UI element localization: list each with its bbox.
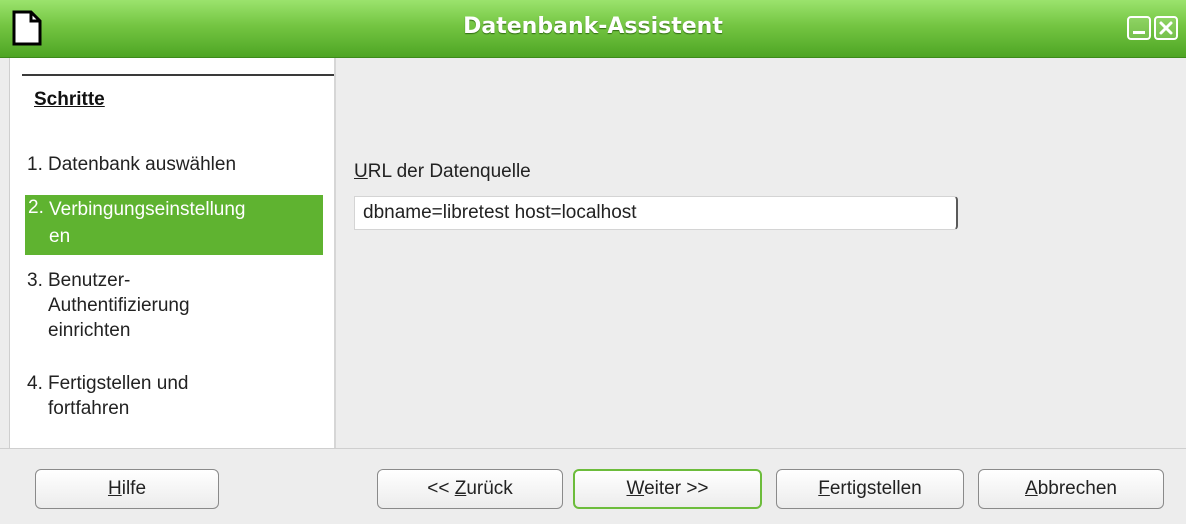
step-number: 4. <box>27 373 43 394</box>
close-button[interactable] <box>1154 16 1178 40</box>
step-label-line1: Benutzer- <box>48 270 131 291</box>
database-wizard-window: Datenbank-Assistent Schritte 1. Datenban… <box>0 0 1186 524</box>
steps-pane: Schritte 1. Datenbank auswählen 2. Verbi… <box>9 58 336 449</box>
step-1-select-database[interactable]: 1. Datenbank auswählen <box>24 152 319 177</box>
step-label-line2: en <box>49 226 71 247</box>
minimize-button[interactable] <box>1127 16 1151 40</box>
step-label-line1: Verbingungseinstellung <box>49 199 246 220</box>
close-icon <box>1159 21 1173 35</box>
next-label: eiter >> <box>644 478 709 499</box>
url-label: URL der Datenquelle <box>354 161 531 183</box>
next-mnemonic: W <box>626 478 645 499</box>
finish-label: ertigstellen <box>829 478 922 499</box>
step-4-finish-and-proceed[interactable]: 4. Fertigstellen und fortfahren <box>24 371 319 421</box>
cancel-button[interactable]: Abbrechen <box>978 469 1164 509</box>
cancel-label: bbrechen <box>1037 478 1117 499</box>
cancel-mnemonic: A <box>1025 478 1038 499</box>
step-number: 1. <box>27 154 43 175</box>
help-label: ilfe <box>121 478 147 499</box>
back-label: urück <box>466 478 513 499</box>
finish-mnemonic: F <box>818 478 830 499</box>
url-label-text: RL der Datenquelle <box>367 161 531 182</box>
back-prefix: << <box>427 478 455 499</box>
step-2-connection-settings[interactable]: 2. Verbingungseinstellung en <box>25 195 323 255</box>
button-bar: Hilfe << Zurück Weiter >> Fertigstellen … <box>0 448 1186 524</box>
back-mnemonic: Z <box>454 478 467 499</box>
steps-separator <box>22 74 336 76</box>
help-button[interactable]: Hilfe <box>35 469 219 509</box>
window-title: Datenbank-Assistent <box>463 14 723 39</box>
url-label-mnemonic: U <box>354 161 368 182</box>
step-label-line2: Authentifizierung <box>48 295 190 316</box>
step-3-user-authentication[interactable]: 3. Benutzer- Authentifizierung einrichte… <box>24 268 319 343</box>
step-number: 3. <box>27 270 43 291</box>
step-number: 2. <box>28 197 44 218</box>
next-button[interactable]: Weiter >> <box>573 469 762 509</box>
content-area: URL der Datenquelle <box>336 58 1186 448</box>
back-button[interactable]: << Zurück <box>377 469 563 509</box>
title-bar[interactable]: Datenbank-Assistent <box>0 0 1186 58</box>
steps-heading: Schritte <box>34 89 105 110</box>
help-mnemonic: H <box>107 478 122 499</box>
finish-button[interactable]: Fertigstellen <box>776 469 964 509</box>
step-label-line3: einrichten <box>48 320 131 341</box>
datasource-url-input[interactable] <box>354 196 958 230</box>
step-label-line1: Fertigstellen und <box>48 373 189 394</box>
step-label-line2: fortfahren <box>48 398 130 419</box>
step-label: Datenbank auswählen <box>48 154 237 175</box>
